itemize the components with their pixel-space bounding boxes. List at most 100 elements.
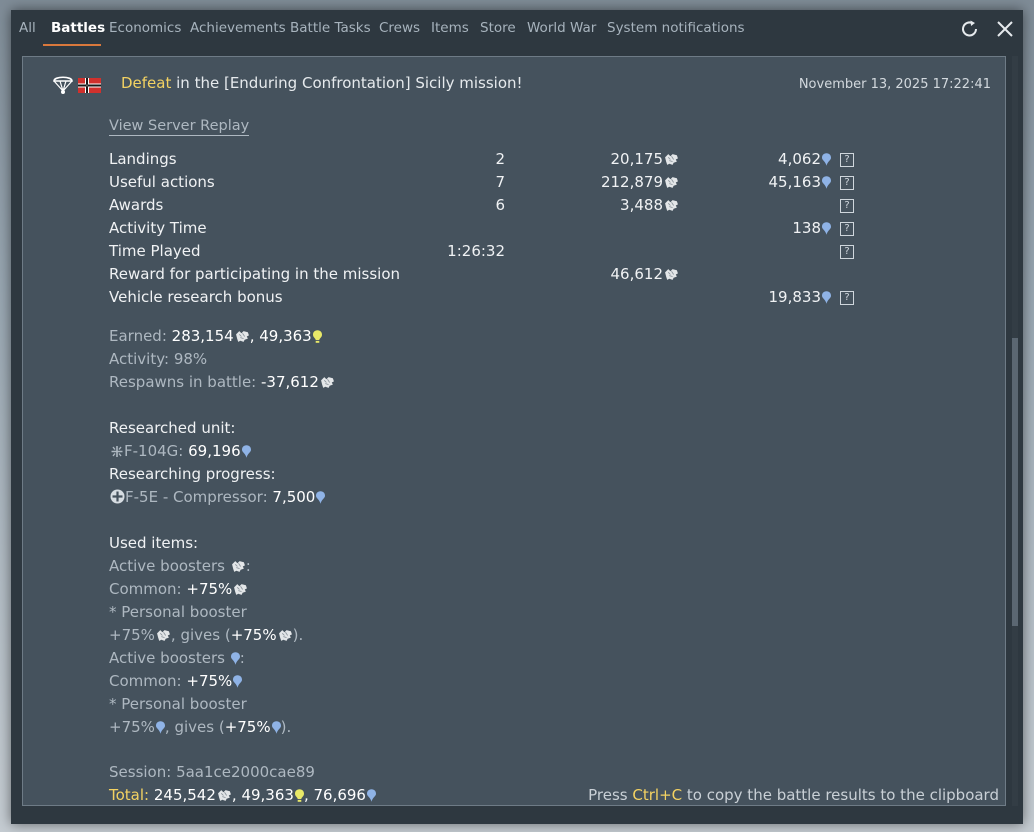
help-button[interactable]: ?	[840, 222, 854, 236]
tab-crews[interactable]: Crews	[379, 20, 420, 36]
research-points-icon	[822, 291, 831, 304]
battle-result-word: Defeat	[121, 74, 172, 92]
used-items-title: Used items:	[109, 534, 199, 552]
row-label: Time Played	[109, 242, 201, 260]
personal-booster-sl-gives-line: +75%, gives (+75%).	[109, 626, 304, 644]
research-points-icon	[822, 176, 831, 189]
row-research-points: 4,062	[778, 150, 831, 168]
silver-lions-icon	[278, 629, 293, 642]
row-label: Reward for participating in the mission	[109, 265, 401, 283]
silver-lions-icon	[235, 330, 250, 343]
researching-progress-title: Researching progress:	[109, 465, 276, 483]
tab-economics[interactable]: Economics	[109, 20, 181, 36]
tab-items[interactable]: Items	[431, 20, 469, 36]
row-count: 6	[495, 196, 505, 214]
tab-store[interactable]: Store	[480, 20, 516, 36]
table-row: Reward for participating in the mission …	[23, 265, 1005, 287]
tab-battles[interactable]: Battles	[51, 20, 105, 36]
active-boosters-rp-line: Active boosters :	[109, 649, 245, 667]
researched-unit-line: F-104G: 69,196	[109, 442, 251, 460]
research-points-icon	[242, 445, 251, 458]
close-button[interactable]	[994, 18, 1016, 40]
silver-lions-icon	[156, 629, 171, 642]
battle-headline-text: in the [Enduring Confrontation] Sicily m…	[171, 74, 523, 92]
refresh-button[interactable]	[959, 18, 981, 40]
tab-battle-tasks[interactable]: Battle Tasks	[290, 20, 371, 36]
scrollbar[interactable]	[1012, 56, 1018, 806]
table-row: Awards 6 3,488 ?	[23, 196, 1005, 218]
refresh-icon	[962, 20, 977, 37]
parachute-icon	[53, 76, 73, 94]
personal-booster-sl-line: * Personal booster	[109, 603, 247, 621]
table-row: Useful actions 7 212,879 45,163 ?	[23, 173, 1005, 195]
view-server-replay-link[interactable]: View Server Replay	[109, 118, 250, 136]
help-button[interactable]: ?	[840, 291, 854, 305]
common-booster-rp-line: Common: +75%	[109, 672, 242, 690]
active-boosters-sl-line: Active boosters :	[109, 557, 251, 575]
row-label: Vehicle research bonus	[109, 288, 283, 306]
research-points-icon	[316, 491, 325, 504]
researching-progress-line: F-5E - Compressor: 7,500	[109, 488, 325, 506]
silver-lions-icon	[320, 376, 335, 389]
german-cross-icon	[111, 446, 123, 457]
table-row: Vehicle research bonus 19,833 ?	[23, 288, 1005, 310]
row-label: Activity Time	[109, 219, 207, 237]
silver-lions-icon	[664, 176, 679, 189]
table-row: Time Played 1:26:32 ?	[23, 242, 1005, 264]
research-points-icon	[367, 789, 376, 802]
copy-hint: Press Ctrl+C to copy the battle results …	[588, 786, 999, 804]
row-silver-lions: 212,879	[601, 173, 679, 191]
tab-all[interactable]: All	[19, 20, 36, 36]
tab-bar: All Battles Economics Achievements Battl…	[11, 10, 1023, 46]
row-research-points: 138	[792, 219, 831, 237]
help-button[interactable]: ?	[840, 153, 854, 167]
personal-booster-rp-gives-line: +75%, gives (+75%).	[109, 718, 292, 736]
row-silver-lions: 20,175	[611, 150, 680, 168]
row-silver-lions: 46,612	[611, 265, 680, 283]
research-points-icon	[156, 721, 165, 734]
tab-achievements[interactable]: Achievements	[190, 20, 286, 36]
row-label: Awards	[109, 196, 164, 214]
help-button[interactable]: ?	[840, 245, 854, 259]
silver-lions-icon	[664, 268, 679, 281]
scrollbar-thumb[interactable]	[1012, 338, 1018, 626]
row-research-points: 19,833	[769, 288, 832, 306]
session-line: Session: 5aa1ce2000cae89	[109, 763, 315, 781]
copy-shortcut-key: Ctrl+C	[632, 786, 683, 804]
convertible-research-icon	[295, 789, 304, 802]
convertible-research-icon	[313, 330, 322, 343]
tab-system-notifications[interactable]: System notifications	[607, 20, 745, 36]
table-row: Activity Time 138 ?	[23, 219, 1005, 241]
germany-flag-icon	[78, 78, 101, 93]
help-button[interactable]: ?	[840, 176, 854, 190]
close-icon	[997, 21, 1013, 37]
row-silver-lions: 3,488	[620, 196, 679, 214]
research-points-icon	[822, 222, 831, 235]
row-count: 7	[495, 173, 505, 191]
row-count: 2	[495, 150, 505, 168]
table-row: Landings 2 20,175 4,062 ?	[23, 150, 1005, 172]
silver-lions-icon	[664, 199, 679, 212]
research-points-icon	[231, 652, 240, 665]
battle-headline: Defeat in the [Enduring Confrontation] S…	[121, 74, 523, 92]
total-line: Total: 245,542, 49,363, 76,696	[109, 786, 376, 804]
battle-message-panel: Defeat in the [Enduring Confrontation] S…	[22, 56, 1006, 806]
silver-lions-icon	[233, 583, 248, 596]
message-timestamp: November 13, 2025 17:22:41	[798, 77, 991, 92]
help-button[interactable]: ?	[840, 199, 854, 213]
respawns-line: Respawns in battle: -37,612	[109, 373, 335, 391]
silver-lions-icon	[217, 789, 232, 802]
researched-unit-title: Researched unit:	[109, 419, 236, 437]
row-count: 1:26:32	[447, 242, 505, 260]
tab-world-war[interactable]: World War	[527, 20, 596, 36]
row-label: Landings	[109, 150, 177, 168]
research-points-icon	[233, 675, 242, 688]
earned-line: Earned: 283,154, 49,363	[109, 327, 322, 345]
active-tab-indicator	[43, 44, 101, 46]
row-research-points: 45,163	[769, 173, 832, 191]
research-points-icon	[272, 721, 281, 734]
silver-lions-icon	[664, 153, 679, 166]
activity-line: Activity: 98%	[109, 350, 208, 368]
usa-roundel-icon	[110, 489, 125, 504]
silver-lions-icon	[231, 560, 246, 573]
